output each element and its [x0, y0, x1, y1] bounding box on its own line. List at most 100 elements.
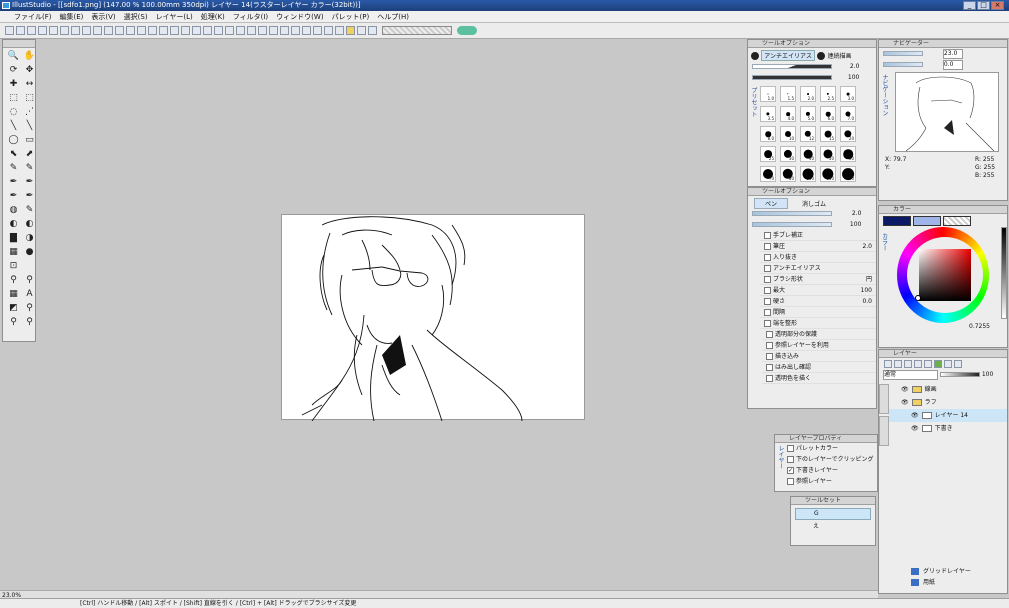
- new-layer-icon[interactable]: [884, 360, 892, 368]
- tool-34-icon[interactable]: ▦: [7, 289, 20, 300]
- tool-17-icon[interactable]: ✎: [23, 163, 35, 174]
- flip-icon[interactable]: [192, 26, 201, 35]
- window6-icon[interactable]: [269, 26, 278, 35]
- window9-icon[interactable]: [302, 26, 311, 35]
- window11-icon[interactable]: [324, 26, 333, 35]
- brush-preset[interactable]: 20: [840, 126, 856, 142]
- redo-icon[interactable]: [60, 26, 69, 35]
- light-icon[interactable]: [346, 26, 355, 35]
- pen-size-row[interactable]: 2.0: [748, 208, 876, 219]
- tool-30-icon[interactable]: ⊡: [7, 261, 20, 272]
- brush-preset[interactable]: 2.5: [820, 86, 836, 102]
- navigator-preview[interactable]: [895, 72, 999, 152]
- pen-extra-checkbox[interactable]: [766, 353, 773, 360]
- pen-opacity-row[interactable]: 100: [748, 219, 876, 230]
- window3-icon[interactable]: [236, 26, 245, 35]
- horizontal-scrollbar[interactable]: 23.0%: [0, 590, 878, 599]
- window2-icon[interactable]: [225, 26, 234, 35]
- layer-bottom-row[interactable]: 用紙: [891, 577, 1007, 588]
- tool-16-icon[interactable]: ✎: [7, 163, 20, 174]
- tool-24-icon[interactable]: ◐: [7, 219, 20, 230]
- pen-option-row[interactable]: 最大 100: [760, 285, 876, 296]
- pen-option-row[interactable]: 間隔: [760, 307, 876, 318]
- eraser-tab[interactable]: 消しゴム: [802, 201, 826, 208]
- window12-icon[interactable]: [335, 26, 344, 35]
- tool-4-icon[interactable]: ✚: [7, 79, 20, 90]
- pen-option-checkbox[interactable]: [764, 232, 771, 239]
- pen-option-checkbox[interactable]: [764, 243, 771, 250]
- pen-option-row[interactable]: ブラシ形状 円: [760, 274, 876, 285]
- fill-icon[interactable]: [137, 26, 146, 35]
- window10-icon[interactable]: [313, 26, 322, 35]
- tool-29-icon[interactable]: ●: [23, 247, 35, 258]
- tool-36-icon[interactable]: ◩: [7, 303, 20, 314]
- pen-size-slider[interactable]: [752, 211, 832, 216]
- layer-property-row[interactable]: 下のレイヤーでクリッピング: [785, 454, 877, 465]
- brush-preset[interactable]: 4.0: [780, 106, 796, 122]
- value-slider[interactable]: [1001, 227, 1007, 319]
- pen-extra-checkbox[interactable]: [766, 375, 773, 382]
- tool-22-icon[interactable]: ◍: [7, 205, 20, 216]
- brush-preset[interactable]: 25: [760, 146, 776, 162]
- pen-option-checkbox[interactable]: [764, 309, 771, 316]
- tool-23-icon[interactable]: ✎: [23, 205, 35, 216]
- copy-layer-icon[interactable]: [904, 360, 912, 368]
- pen-option-row[interactable]: 手ブレ補正: [760, 230, 876, 241]
- stop-icon[interactable]: [368, 26, 377, 35]
- brush-preset[interactable]: 5.0: [800, 106, 816, 122]
- tool-31-icon[interactable]: [23, 261, 35, 272]
- pen-extra-row[interactable]: はみ出し確認: [762, 362, 876, 373]
- pen-option-checkbox[interactable]: [764, 265, 771, 272]
- menu-layer[interactable]: レイヤー(L): [152, 11, 197, 22]
- pen-extra-checkbox[interactable]: [766, 364, 773, 371]
- ref-icon[interactable]: [954, 360, 962, 368]
- layer-row[interactable]: 👁 レイヤー 14: [889, 409, 1007, 422]
- tool-21-icon[interactable]: ✒: [23, 191, 35, 202]
- brush-size-slider[interactable]: [752, 64, 832, 69]
- brush-stroke-preview[interactable]: [382, 26, 452, 35]
- open-icon[interactable]: [16, 26, 25, 35]
- minimize-button[interactable]: _: [963, 1, 976, 10]
- paste-icon[interactable]: [93, 26, 102, 35]
- pen-option-row[interactable]: 硬さ 0.0: [760, 296, 876, 307]
- eye-icon[interactable]: 👁: [901, 386, 909, 393]
- brush-preset[interactable]: 6.0: [820, 106, 836, 122]
- layer-property-row[interactable]: 参照レイヤー: [785, 476, 877, 487]
- pen-option-checkbox[interactable]: [764, 254, 771, 261]
- tool-39-icon[interactable]: ⚲: [23, 317, 35, 328]
- pen-extra-checkbox[interactable]: [766, 342, 773, 349]
- pen-option-checkbox[interactable]: [764, 276, 771, 283]
- menu-process[interactable]: 処理(K): [197, 11, 229, 22]
- tool-3-icon[interactable]: ✥: [23, 65, 35, 76]
- tool-2-icon[interactable]: ⟳: [7, 65, 20, 76]
- menu-file[interactable]: ファイル(F): [0, 11, 56, 22]
- pen-extra-row[interactable]: 透明色を描く: [762, 373, 876, 384]
- play-icon[interactable]: [357, 26, 366, 35]
- brush-preset[interactable]: 30: [780, 146, 796, 162]
- lock-icon[interactable]: [944, 360, 952, 368]
- tool-18-icon[interactable]: ✒: [7, 177, 20, 188]
- tool-set-item-1[interactable]: G: [795, 508, 871, 520]
- layer-side-tab-1[interactable]: [879, 384, 889, 414]
- undo-icon[interactable]: [49, 26, 58, 35]
- eye-icon[interactable]: 👁: [901, 399, 909, 406]
- tool-11-icon[interactable]: ╲: [23, 121, 35, 132]
- menu-select[interactable]: 選択(S): [120, 11, 152, 22]
- pen-opacity-slider[interactable]: [752, 222, 832, 227]
- grid-icon[interactable]: [104, 26, 113, 35]
- brush-preset[interactable]: 1.0: [760, 86, 776, 102]
- pen-extra-row[interactable]: 描き込み: [762, 351, 876, 362]
- layer-row[interactable]: 👁 ラフ: [889, 396, 1007, 409]
- layer-row[interactable]: 👁 線画: [889, 383, 1007, 396]
- sub-color-swatch[interactable]: [913, 216, 942, 226]
- layer-property-row[interactable]: ✓ 下書きレイヤー: [785, 465, 877, 476]
- pen-extra-row[interactable]: 透明部分の保護: [762, 329, 876, 340]
- pen-option-row[interactable]: 端を整形: [760, 318, 876, 329]
- tool-8-icon[interactable]: ◌: [7, 107, 20, 118]
- tool-1-icon[interactable]: ✋: [23, 51, 35, 62]
- brush-opacity-slider[interactable]: [752, 75, 832, 80]
- tool-10-icon[interactable]: ╲: [7, 121, 20, 132]
- connect-tab[interactable]: 連続描画: [827, 53, 851, 60]
- brush-preset[interactable]: 3.0: [840, 86, 856, 102]
- tool-set-item-2[interactable]: え: [795, 522, 871, 534]
